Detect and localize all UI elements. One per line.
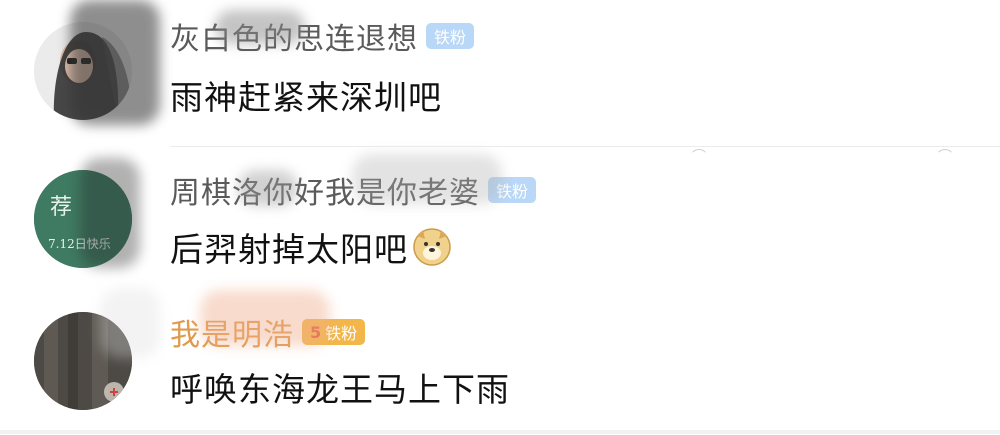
comment-text: 雨神赶紧来深圳吧 bbox=[170, 72, 442, 118]
comment-item: 我是明浩 5 铁粉 呼唤东海龙王马上下雨 bbox=[0, 288, 1000, 435]
fan-badge: 铁粉 bbox=[426, 23, 475, 49]
comment-text-content: 雨神赶紧来深圳吧 bbox=[170, 78, 442, 117]
avatar-text: 荐 bbox=[50, 195, 72, 220]
username-blur bbox=[352, 154, 502, 204]
username-blur bbox=[215, 10, 305, 44]
comment-text-content: 呼唤东海龙王马上下雨 bbox=[170, 370, 510, 409]
comment-text: 后羿射掉太阳吧 bbox=[170, 224, 452, 270]
comment-item: 荐 7.12日快乐 周棋洛你好我是你老婆 铁粉 后羿射掉太阳吧 bbox=[0, 148, 1000, 288]
username-blur bbox=[200, 290, 330, 346]
username-blur bbox=[100, 288, 160, 358]
divider bbox=[0, 430, 1000, 434]
divider bbox=[170, 146, 1000, 147]
comment-text-content: 后羿射掉太阳吧 bbox=[170, 230, 408, 269]
username-blur bbox=[238, 170, 298, 206]
username-blur bbox=[80, 158, 140, 268]
username-blur bbox=[70, 0, 160, 125]
doge-emoji-icon bbox=[413, 228, 451, 266]
comment-item: 灰白色的思连退想 铁粉 雨神赶紧来深圳吧 ⌒ ⌒ bbox=[0, 0, 1000, 165]
comment-text: 呼唤东海龙王马上下雨 bbox=[170, 364, 510, 410]
